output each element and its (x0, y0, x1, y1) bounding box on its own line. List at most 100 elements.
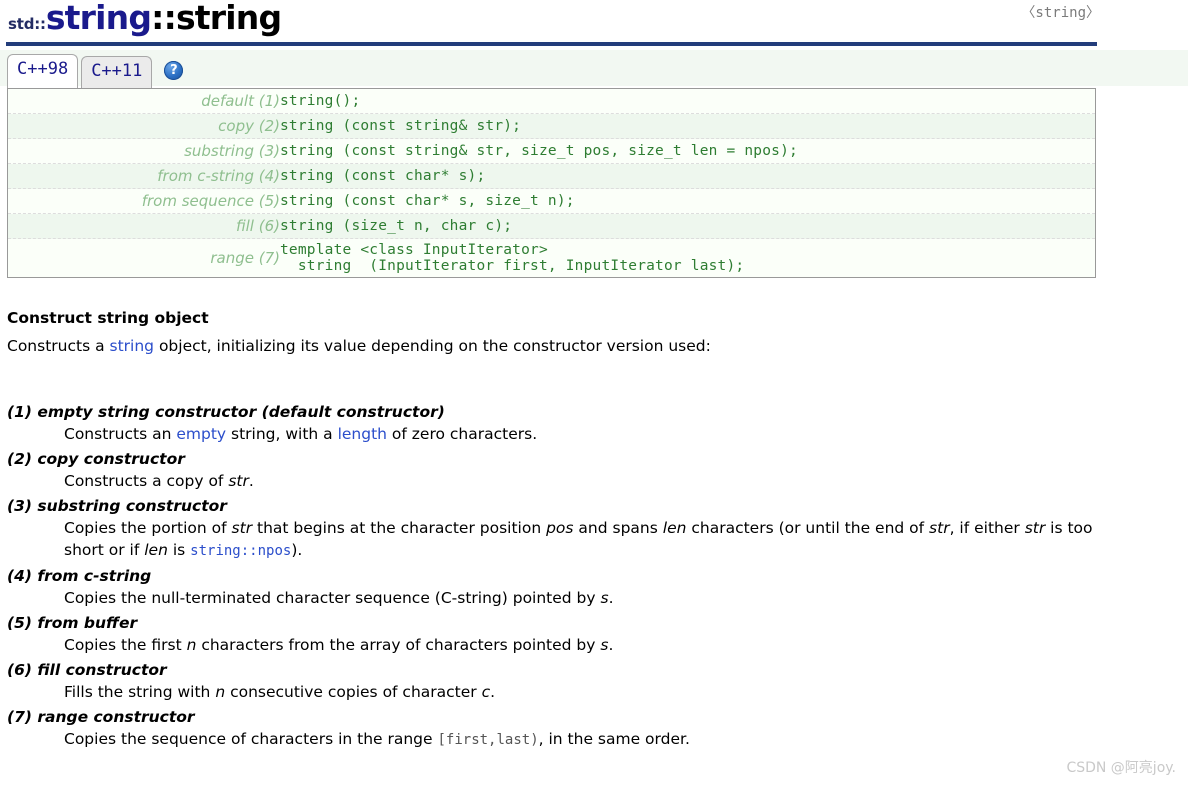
parameter-name: c (481, 682, 491, 701)
parameter-name: len (662, 518, 687, 537)
text-fragment: Copies the null-terminated character seq… (64, 588, 601, 607)
text-fragment: . (490, 682, 496, 701)
text-fragment: Copies the sequence of characters in the… (64, 729, 438, 748)
constructor-heading: (5) from buffer (7, 613, 138, 632)
constructor-entry: (2) copy constructor Constructs a copy of… (7, 448, 1137, 492)
signature-row: from c-string (4) string (const char* s); (8, 163, 1095, 189)
main-content: Construct string object Constructs a str… (7, 309, 1137, 754)
constructor-list: (1) empty string constructor (default co… (7, 401, 1137, 751)
inline-link[interactable]: length (338, 425, 387, 443)
title-divider (6, 42, 1097, 46)
constructor-description: Constructs a copy of str. (64, 470, 1132, 492)
signature-label: from sequence (5) (8, 188, 280, 214)
tabstrip-inner: C++98 C++11 ? (7, 54, 184, 89)
constructor-entry: (6) fill constructor Fills the string wit… (7, 659, 1137, 703)
signature-row: from sequence (5) string (const char* s, … (8, 188, 1095, 214)
signature-code: string (const char* s); (280, 163, 1095, 189)
intro-text-after: object, initializing its value depending… (154, 337, 711, 355)
constructor-heading: (7) range constructor (7, 707, 195, 726)
constructor-entry: (5) from buffer Copies the first n charac… (7, 612, 1137, 656)
text-fragment: Copies the first (64, 635, 187, 654)
title-member: string (175, 0, 282, 37)
signature-label: default (1) (201, 92, 280, 110)
constructor-heading: (1) empty string constructor (default co… (7, 402, 445, 421)
inline-code: [first,last) (437, 731, 539, 748)
signature-panel: default (1) string(); copy (2) string (cons… (7, 88, 1096, 278)
constructor-heading: (3) substring constructor (7, 496, 227, 515)
text-fragment: characters from the array of characters … (196, 635, 601, 654)
signature-row: fill (6) string (size_t n, char c); (8, 213, 1095, 239)
constructor-description: Copies the sequence of characters in the… (64, 728, 1132, 751)
signature-code: template <class InputIterator> string (I… (280, 238, 1095, 277)
constructor-description: Copies the null-terminated character seq… (64, 587, 1132, 609)
intro-text-before: Constructs a (7, 337, 110, 355)
text-fragment: Fills the string with (64, 682, 216, 701)
tab-cpp11[interactable]: C++11 (81, 56, 153, 89)
version-tabstrip: C++98 C++11 ? (0, 50, 1188, 89)
signature-table: default (1) string(); copy (2) string (cons… (8, 89, 1095, 277)
text-fragment: . (608, 635, 614, 654)
constructor-entry: (1) empty string constructor (default co… (7, 401, 1137, 445)
parameter-name: str (228, 471, 249, 490)
parameter-name: n (215, 682, 226, 701)
text-fragment: that begins at the character position (252, 518, 547, 537)
text-fragment: of zero characters. (387, 424, 538, 443)
constructor-entry: (4) from c-string Copies the null-termina… (7, 565, 1137, 609)
constructor-description: Fills the string with n consecutive copi… (64, 681, 1132, 703)
text-fragment: Constructs an (64, 424, 177, 443)
signature-label: fill (6) (8, 213, 280, 239)
signature-label: copy (2) (8, 113, 280, 139)
signature-row: range (7) template <class InputIterator> … (8, 238, 1095, 277)
page-title: std::string::string (8, 0, 282, 44)
constructor-heading: (4) from c-string (7, 566, 152, 585)
section-title: Construct string object (7, 309, 209, 327)
constructor-heading: (2) copy constructor (7, 449, 185, 468)
signature-code: string (const char* s, size_t n); (280, 188, 1095, 214)
title-namespace: std:: (8, 15, 46, 33)
parameter-name: pos (546, 518, 574, 537)
text-fragment: , if either (949, 518, 1025, 537)
text-fragment: , in the same order. (538, 729, 690, 748)
parameter-name: s (600, 588, 609, 607)
intro-paragraph: Constructs a string object, initializing… (7, 336, 1137, 357)
signature-row: default (1) string(); (8, 89, 1095, 114)
inline-link[interactable]: empty (176, 425, 226, 443)
parameter-name: str (929, 518, 950, 537)
constructor-entry: (7) range constructor Copies the sequence… (7, 706, 1137, 751)
constructor-heading: (6) fill constructor (7, 660, 167, 679)
constructor-description: Constructs an empty string, with a lengt… (64, 423, 1132, 445)
parameter-name: n (186, 635, 197, 654)
signature-label: substring (3) (8, 138, 280, 164)
watermark: CSDN @阿亮joy. (1066, 760, 1176, 776)
constructor-description: Copies the first n characters from the a… (64, 634, 1132, 656)
header-file-label: 〈string〉 (1021, 5, 1100, 21)
text-fragment: ). (291, 540, 303, 559)
text-fragment: Copies the portion of (64, 518, 232, 537)
text-fragment: is (167, 540, 191, 559)
text-fragment: . (248, 471, 254, 490)
title-class: string (45, 0, 152, 37)
text-fragment: and spans (573, 518, 663, 537)
parameter-name: len (144, 540, 168, 559)
inline-code-link[interactable]: string::npos (190, 543, 291, 559)
signature-code: string (size_t n, char c); (280, 213, 1095, 239)
parameter-name: str (231, 518, 253, 537)
signature-code: string (const string& str, size_t pos, s… (280, 138, 1095, 164)
signature-label: range (7) (8, 238, 280, 277)
tab-cpp98[interactable]: C++98 (7, 54, 79, 89)
text-fragment: . (608, 588, 614, 607)
help-icon[interactable]: ? (164, 61, 184, 80)
string-link[interactable]: string (110, 337, 155, 355)
text-fragment: consecutive copies of character (225, 682, 482, 701)
signature-row: copy (2) string (const string& str); (8, 113, 1095, 139)
constructor-entry: (3) substring constructor Copies the port… (7, 495, 1137, 562)
signature-row: substring (3) string (const string& str, … (8, 138, 1095, 164)
signature-code: string(); (280, 93, 361, 109)
signature-label: from c-string (4) (8, 163, 280, 189)
signature-code: string (const string& str); (280, 113, 1095, 139)
text-fragment: Constructs a copy of (64, 471, 229, 490)
parameter-name: str (1024, 518, 1046, 537)
text-fragment: characters (or until the end of (686, 518, 930, 537)
title-separator: :: (151, 0, 177, 37)
constructor-description: Copies the portion of str that begins at… (64, 517, 1132, 562)
